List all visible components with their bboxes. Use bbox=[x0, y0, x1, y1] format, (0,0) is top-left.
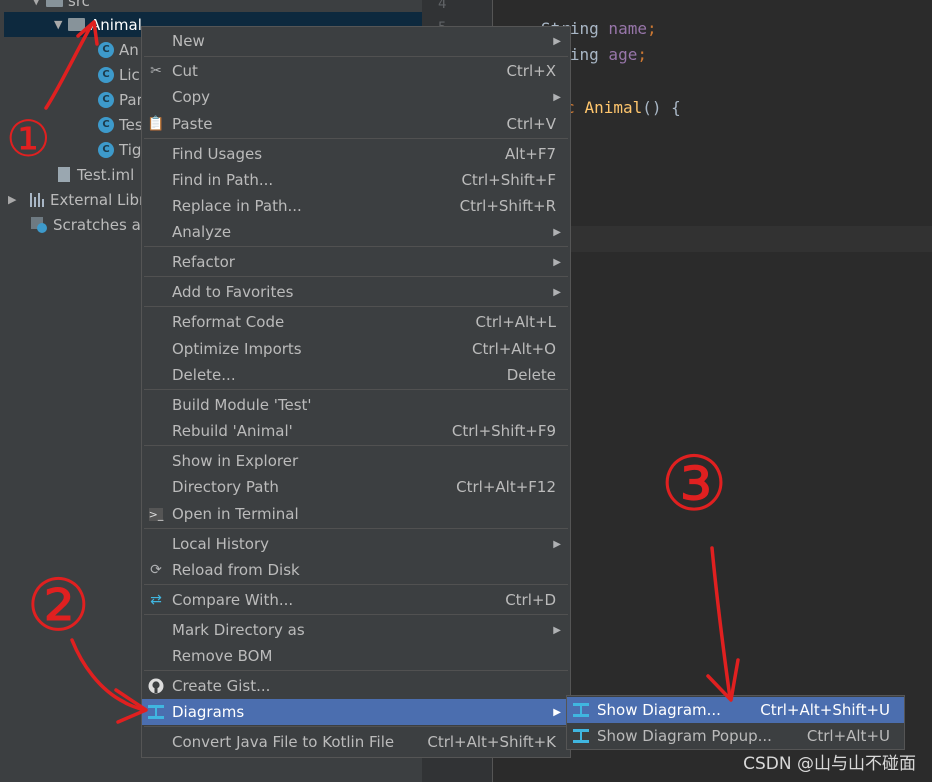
watermark-text: CSDN @山与山不碰面 bbox=[743, 754, 916, 774]
annotation-label-one: ① bbox=[6, 110, 51, 168]
annotation-label-three: ③ bbox=[660, 439, 728, 528]
annotation-arrowhead-3 bbox=[706, 658, 740, 702]
hand-drawn-annotations: ① ② ③ bbox=[6, 20, 740, 724]
annotation-arrow-1 bbox=[44, 22, 94, 110]
annotation-label-two: ② bbox=[26, 563, 91, 647]
annotation-arrow-3 bbox=[710, 546, 732, 700]
